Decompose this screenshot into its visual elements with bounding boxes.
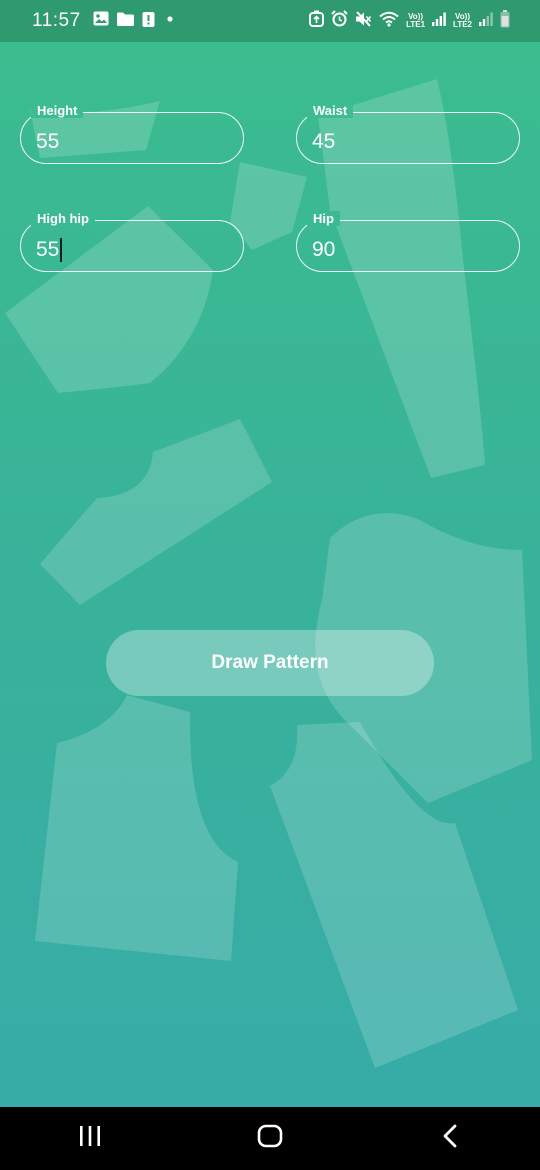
status-bar: 11:57 Vo)) LTE1 Vo)) LTE2: [0, 0, 540, 42]
status-time: 11:57: [32, 10, 81, 31]
signal-lte1-label: Vo)) LTE1: [406, 13, 425, 29]
draw-pattern-label: Draw Pattern: [211, 652, 329, 673]
back-icon: [442, 1124, 458, 1153]
waist-field[interactable]: Waist 45: [296, 103, 520, 164]
status-right-icons: Vo)) LTE1 Vo)) LTE2: [309, 9, 510, 33]
height-value[interactable]: 55: [36, 130, 59, 154]
hip-field[interactable]: Hip 90: [296, 211, 520, 272]
alarm-icon: [331, 10, 348, 32]
bg-piece-sleeve: [40, 419, 272, 605]
height-label: Height: [31, 103, 84, 118]
signal-lte2-label: Vo)) LTE2: [453, 13, 472, 29]
high-hip-field[interactable]: High hip 55: [20, 211, 244, 272]
waist-value-text: 45: [312, 130, 336, 153]
lte2-label-bottom: LTE2: [453, 20, 472, 29]
mute-icon: [355, 10, 372, 32]
signal-lte1-icon: [432, 12, 446, 31]
draw-pattern-button[interactable]: Draw Pattern: [106, 630, 434, 696]
hip-value[interactable]: 90: [312, 238, 335, 262]
high-hip-label: High hip: [31, 211, 95, 226]
height-value-text: 55: [36, 130, 60, 153]
folder-icon: [116, 12, 134, 31]
recent-apps-button[interactable]: [60, 1109, 120, 1169]
home-icon: [257, 1124, 283, 1153]
hip-value-text: 90: [312, 238, 336, 261]
battery-icon: [500, 9, 510, 33]
lte1-label-bottom: LTE1: [406, 20, 426, 29]
waist-value[interactable]: 45: [312, 130, 335, 154]
battery-saver-icon: [309, 10, 325, 32]
home-button[interactable]: [240, 1109, 300, 1169]
image-icon: [93, 11, 109, 31]
high-hip-value-text: 55: [36, 238, 60, 261]
pattern-background-illustration: [5, 79, 532, 1068]
wifi-icon: [379, 11, 399, 32]
system-navigation-bar: [0, 1107, 540, 1170]
recent-apps-icon: [78, 1125, 102, 1152]
text-caret: [60, 238, 63, 262]
back-button[interactable]: [420, 1109, 480, 1169]
hip-label: Hip: [307, 211, 340, 226]
high-hip-value[interactable]: 55: [36, 238, 63, 262]
signal-lte2-icon: [479, 12, 493, 31]
status-left-icons: [93, 11, 177, 32]
app-screen: 11:57 Vo)) LTE1 Vo)) LTE2 Height 55 Wais…: [0, 0, 540, 1170]
dot-icon: [163, 12, 177, 31]
alert-icon: [142, 11, 155, 32]
bg-piece-bottom-left: [35, 695, 238, 961]
height-field[interactable]: Height 55: [20, 103, 244, 164]
waist-label: Waist: [307, 103, 354, 118]
